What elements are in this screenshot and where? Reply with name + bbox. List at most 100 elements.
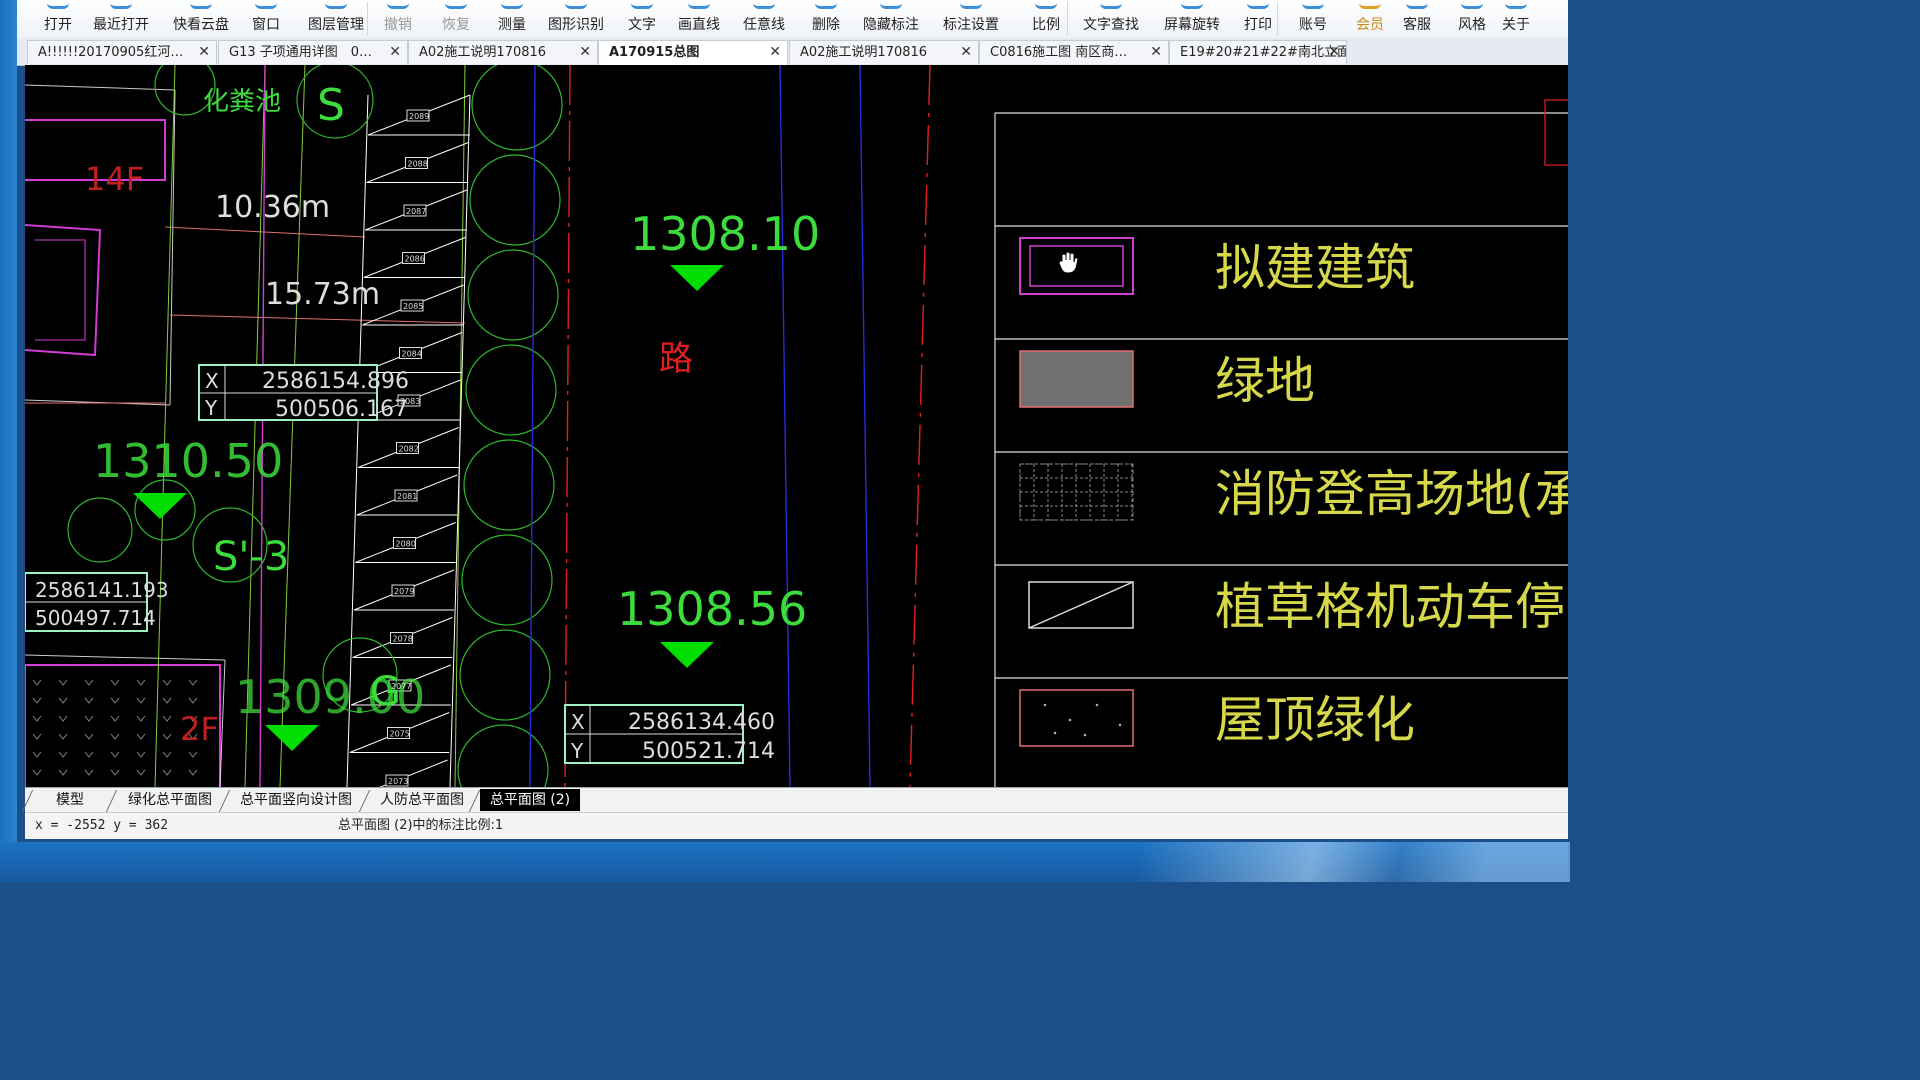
close-icon[interactable]: ✕ <box>579 41 591 64</box>
layout-tab[interactable]: 绿化总平面图 <box>117 789 223 811</box>
hatch-mark <box>32 733 42 740</box>
toolbar-window-button[interactable]: 窗口 <box>247 0 285 38</box>
annotation-scale-text: 总平面图 (2)中的标注比例:1 <box>338 818 504 833</box>
coord3-y-value: 500497.714 <box>35 606 156 630</box>
coord1-x-letter: X <box>205 369 219 393</box>
toolbar-layers-button[interactable]: 图层管理 <box>302 0 370 38</box>
layout-tab[interactable]: 总平面竖向设计图 <box>230 789 362 811</box>
toolbar-member-button[interactable]: 会员 <box>1351 0 1389 38</box>
hatch-mark <box>136 679 146 686</box>
close-icon[interactable]: ✕ <box>960 41 972 64</box>
hatch-mark <box>162 769 172 776</box>
tab-label: A!!!!!!20170905红河… <box>38 45 184 60</box>
hatch-mark <box>188 751 198 758</box>
cad-drawing[interactable]: 10.36m 15.73m 1308.10 1308.56 1310.50 13… <box>25 65 1568 787</box>
toolbar-recent-button[interactable]: 最近打开 <box>87 0 155 38</box>
parking-number: 2081 <box>397 492 417 501</box>
toolbar-line-button[interactable]: 画直线 <box>674 0 724 38</box>
cad-drawing-canvas[interactable]: 10.36m 15.73m 1308.10 1308.56 1310.50 13… <box>25 65 1568 787</box>
document-tab[interactable]: A02施工说明170816 ✕ <box>408 40 598 64</box>
toolbar-account-button[interactable]: 账号 <box>1294 0 1332 38</box>
hatch-mark <box>32 679 42 686</box>
parking-number: 2082 <box>399 445 419 454</box>
toolbar-text-button[interactable]: 文字 <box>623 0 661 38</box>
document-tab[interactable]: A02施工说明170816 ✕ <box>789 40 979 64</box>
hatch-mark <box>84 715 94 722</box>
toolbar-label: 关于 <box>1502 17 1530 33</box>
hatch-mark <box>58 715 68 722</box>
legend-item-fire-access: 消防登高场地(承重40 <box>1215 465 1568 523</box>
toolbar-label: 打开 <box>44 17 72 33</box>
layout-tab[interactable]: 人防总平面图 <box>370 789 474 811</box>
parking-number: 2083 <box>400 397 420 406</box>
legend-grid-pattern <box>1019 463 1133 521</box>
hand-cursor-icon <box>1058 251 1079 274</box>
toolbar-delete-button[interactable]: 删除 <box>807 0 845 38</box>
toolbar-label: 比例 <box>1032 17 1060 33</box>
layout-tab[interactable]: 总平面图 (2) <box>480 789 580 811</box>
measure-icon <box>501 0 523 9</box>
label-g: G <box>370 669 401 715</box>
tab-label: E19#20#21#22#南北立面 <box>1180 45 1347 60</box>
toolbar-scale-button[interactable]: 比例 <box>1027 0 1065 38</box>
hatch-mark <box>136 733 146 740</box>
toolbar-label: 会员 <box>1356 17 1384 33</box>
toolbar-support-button[interactable]: 客服 <box>1398 0 1436 38</box>
toolbar-style-button[interactable]: 风格 <box>1453 0 1491 38</box>
document-tab[interactable]: A!!!!!!20170905红河… ✕ <box>27 40 217 64</box>
hatch-mark <box>58 751 68 758</box>
text-icon <box>631 0 653 9</box>
document-tab[interactable]: A170915总图 ✕ <box>598 40 788 65</box>
toolbar-recognize-button[interactable]: 图形识别 <box>542 0 610 38</box>
parking-number: 2077 <box>391 682 411 691</box>
layout-tabbar: 模型 绿化总平面图 总平面竖向设计图 人防总平面图 总平面图 (2) <box>21 787 1568 813</box>
label-s: S <box>317 80 345 131</box>
support-icon <box>1406 0 1428 9</box>
document-tab[interactable]: G13 子项通用详图 0… ✕ <box>218 40 408 64</box>
toolbar-label: 任意线 <box>743 17 785 33</box>
toolbar-freeline-button[interactable]: 任意线 <box>739 0 789 38</box>
window-frame-left <box>0 0 17 882</box>
toolbar-label: 最近打开 <box>93 17 149 33</box>
toolbar-undo-button[interactable]: 撤销 <box>379 0 417 38</box>
document-tab[interactable]: E19#20#21#22#南北立面 ✕ <box>1169 40 1347 64</box>
hatch-mark <box>136 769 146 776</box>
hatch-mark <box>110 679 120 686</box>
annotation-settings-icon <box>960 0 982 9</box>
close-icon[interactable]: ✕ <box>769 41 781 64</box>
close-icon[interactable]: ✕ <box>1328 41 1340 64</box>
toolbar-cloud-button[interactable]: 快看云盘 <box>167 0 235 38</box>
tab-label: G13 子项通用详图 0… <box>229 45 373 60</box>
legend-item-green-space: 绿地 <box>1215 352 1315 410</box>
hatch-mark <box>32 715 42 722</box>
hatch-mark <box>110 715 120 722</box>
hatch-mark <box>84 769 94 776</box>
hatch-mark <box>136 697 146 704</box>
hatch-mark <box>188 697 198 704</box>
toolbar-hide-annotation-button[interactable]: 隐藏标注 <box>857 0 925 38</box>
toolbar-rotate-screen-button[interactable]: 屏幕旋转 <box>1158 0 1226 38</box>
coord2-x-letter: X <box>571 710 585 734</box>
toolbar-print-button[interactable]: 打印 <box>1239 0 1277 38</box>
toolbar-redo-button[interactable]: 恢复 <box>437 0 475 38</box>
toolbar-text-search-button[interactable]: 文字查找 <box>1077 0 1145 38</box>
toolbar-label: 标注设置 <box>943 17 999 33</box>
document-tab[interactable]: C0816施工图 南区商… ✕ <box>979 40 1169 64</box>
parking-number: 2089 <box>409 112 429 121</box>
layout-tab[interactable]: 模型 <box>33 789 107 811</box>
toolbar-label: 屏幕旋转 <box>1164 17 1220 33</box>
toolbar-open-button[interactable]: 打开 <box>39 0 77 38</box>
close-icon[interactable]: ✕ <box>1150 41 1162 64</box>
toolbar-separator <box>1067 2 1068 36</box>
toolbar-about-button[interactable]: 关于 <box>1497 0 1535 38</box>
toolbar-label: 画直线 <box>678 17 720 33</box>
label-2f: 2F <box>180 710 219 748</box>
close-icon[interactable]: ✕ <box>389 41 401 64</box>
toolbar-measure-button[interactable]: 测量 <box>493 0 531 38</box>
close-icon[interactable]: ✕ <box>198 41 210 64</box>
hatch-mark <box>110 769 120 776</box>
layout-tab-separator <box>105 790 118 812</box>
main-toolbar: 打开 最近打开 快看云盘 窗口 图层管理 撤销 恢复 测量 图形识别 文字 画直线 任意线 删除 隐藏标注… <box>17 0 1568 39</box>
toolbar-annotation-settings-button[interactable]: 标注设置 <box>937 0 1005 38</box>
elevation-1310-50: 1310.50 <box>93 434 283 488</box>
